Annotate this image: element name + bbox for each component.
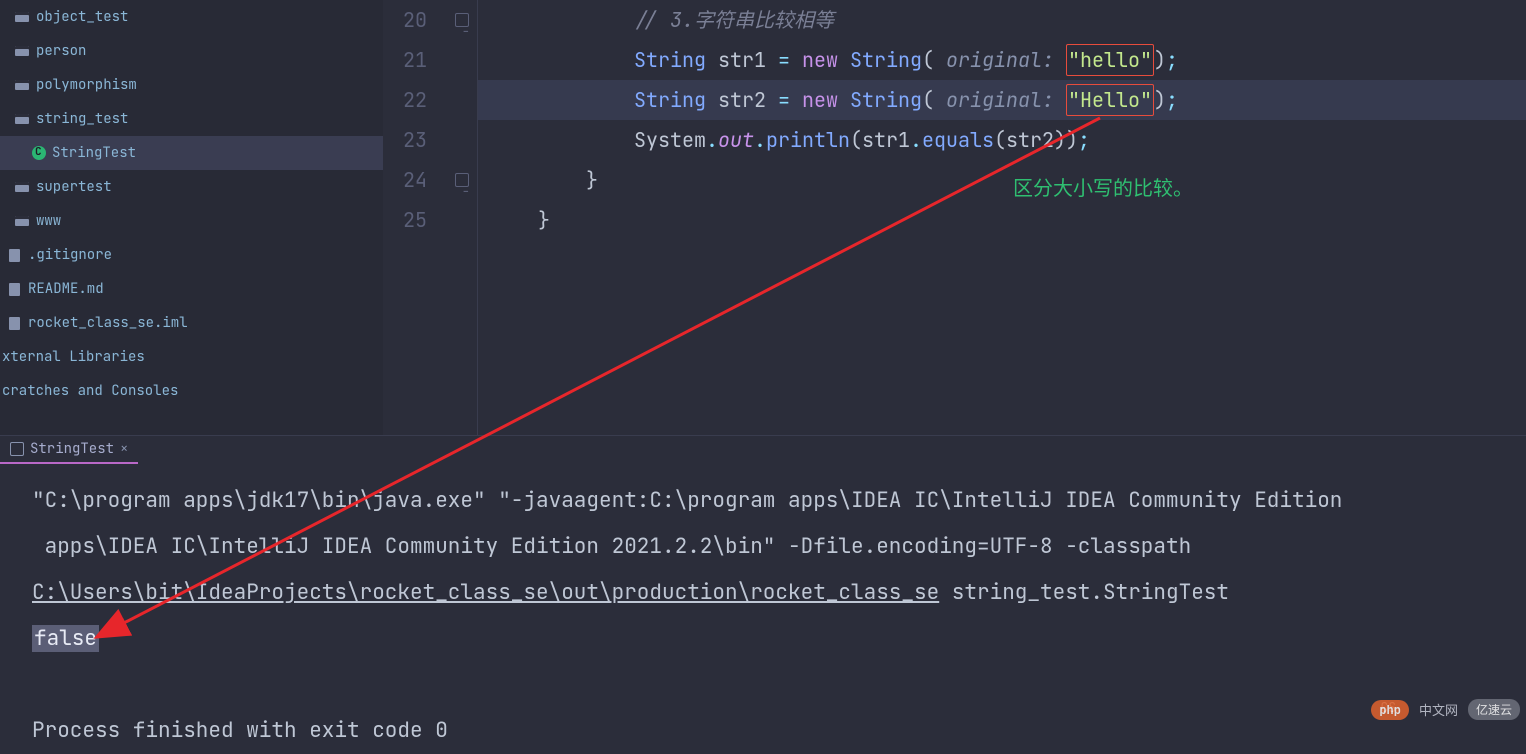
highlight-box: "hello" [1066, 44, 1154, 76]
gutter: 20 21 22 23 24 25 [383, 0, 478, 435]
run-tab-label: StringTest [30, 440, 114, 458]
fold-icon[interactable] [455, 13, 469, 27]
folder-icon [14, 214, 30, 228]
tree-label: xternal Libraries [2, 348, 145, 366]
line-number: 25 [403, 207, 427, 233]
console-output[interactable]: "C:\program apps\jdk17\bin\java.exe" "-j… [0, 466, 1526, 754]
tree-label: README.md [28, 280, 104, 298]
watermark-cn: 中文网 [1419, 700, 1458, 719]
line-number: 21 [403, 47, 427, 73]
console-line: "C:\program apps\jdk17\bin\java.exe" "-j… [32, 487, 1342, 514]
tree-label: supertest [36, 178, 112, 196]
project-tree[interactable]: object_test person polymorphism string_t… [0, 0, 383, 435]
folder-string-test[interactable]: string_test [0, 102, 383, 136]
fold-icon[interactable] [455, 173, 469, 187]
code-editor[interactable]: 20 21 22 23 24 25 // 3.字符串比较相等 String st… [383, 0, 1526, 435]
tree-label: object_test [36, 8, 128, 26]
tree-label: cratches and Consoles [2, 382, 178, 400]
class-stringtest[interactable]: StringTest [0, 136, 383, 170]
external-libraries[interactable]: xternal Libraries [0, 340, 383, 374]
folder-icon [14, 78, 30, 92]
code-line[interactable]: System.out.println(str1.equals(str2)); [478, 120, 1526, 160]
folder-icon [14, 44, 30, 58]
tree-label: rocket_class_se.iml [28, 314, 188, 332]
file-readme[interactable]: README.md [0, 272, 383, 306]
console-path[interactable]: C:\Users\bit\IdeaProjects\rocket_class_s… [32, 579, 939, 606]
folder-person[interactable]: person [0, 34, 383, 68]
comment: // 3.字符串比较相等 [634, 7, 834, 33]
tree-label: string_test [36, 110, 128, 128]
run-tab-icon [10, 442, 24, 456]
folder-icon [14, 112, 30, 126]
file-icon [6, 248, 22, 262]
file-gitignore[interactable]: .gitignore [0, 238, 383, 272]
close-icon[interactable]: × [120, 440, 128, 458]
code-line-current[interactable]: String str2 = new String( original: "Hel… [478, 80, 1526, 120]
folder-supertest[interactable]: supertest [0, 170, 383, 204]
tree-label: www [36, 212, 61, 230]
console-line: apps\IDEA IC\IntelliJ IDEA Community Edi… [32, 533, 1191, 560]
file-icon [6, 282, 22, 296]
line-number: 23 [403, 127, 427, 153]
tree-label: person [36, 42, 86, 60]
watermark: php 中文网 亿速云 [1371, 699, 1520, 720]
code-area[interactable]: // 3.字符串比较相等 String str1 = new String( o… [478, 0, 1526, 240]
tree-label: polymorphism [36, 76, 137, 94]
annotation-text: 区分大小写的比较。 [1013, 172, 1193, 201]
folder-object-test[interactable]: object_test [0, 0, 383, 34]
console-exit: Process finished with exit code 0 [32, 717, 448, 744]
console-line: string_test.StringTest [939, 579, 1229, 606]
highlight-box: "Hello" [1066, 84, 1154, 116]
folder-www[interactable]: www [0, 204, 383, 238]
console-output-value: false [32, 625, 99, 652]
run-tool-window: StringTest × "C:\program apps\jdk17\bin\… [0, 435, 1526, 724]
file-iml[interactable]: rocket_class_se.iml [0, 306, 383, 340]
line-number: 22 [403, 87, 427, 113]
folder-icon [14, 10, 30, 24]
tree-label: StringTest [52, 144, 136, 162]
code-line[interactable]: } [478, 200, 1526, 240]
class-icon [32, 146, 46, 160]
watermark-yisu: 亿速云 [1468, 699, 1520, 720]
folder-polymorphism[interactable]: polymorphism [0, 68, 383, 102]
folder-icon [14, 180, 30, 194]
scratches-and-consoles[interactable]: cratches and Consoles [0, 374, 383, 408]
line-number: 20 [403, 7, 427, 33]
file-icon [6, 316, 22, 330]
code-line[interactable]: // 3.字符串比较相等 [478, 0, 1526, 40]
code-line[interactable]: String str1 = new String( original: "hel… [478, 40, 1526, 80]
run-tabbar[interactable]: StringTest × [0, 436, 1526, 466]
run-tab-stringtest[interactable]: StringTest × [0, 436, 138, 464]
line-number: 24 [403, 167, 427, 193]
code-line[interactable]: } [478, 160, 1526, 200]
watermark-php: php [1371, 700, 1409, 720]
tree-label: .gitignore [28, 246, 112, 264]
